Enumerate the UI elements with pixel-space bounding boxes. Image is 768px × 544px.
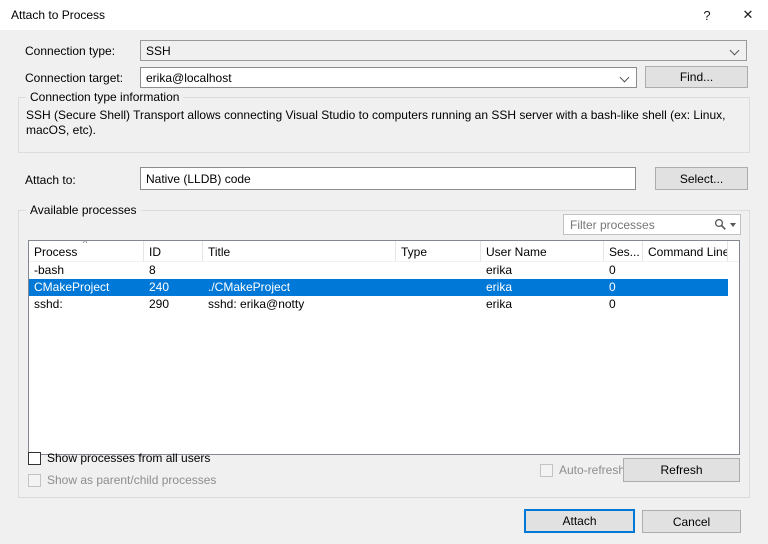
- show-parent-child-checkbox: Show as parent/child processes: [28, 473, 216, 487]
- process-cell-title: sshd: erika@notty: [203, 296, 396, 313]
- cancel-button[interactable]: Cancel: [642, 510, 741, 533]
- refresh-button[interactable]: Refresh: [623, 458, 740, 482]
- process-cell-type: [396, 296, 481, 313]
- available-processes-group-label: Available processes: [26, 203, 141, 217]
- filter-placeholder: Filter processes: [570, 218, 655, 232]
- show-all-users-label: Show processes from all users: [47, 451, 210, 465]
- window-title: Attach to Process: [11, 8, 105, 22]
- attach-to-field[interactable]: [140, 167, 636, 190]
- chevron-down-icon: [620, 73, 630, 83]
- checkbox-box-icon[interactable]: [28, 452, 41, 465]
- column-header[interactable]: Title: [203, 241, 396, 261]
- process-list-header: Process^IDTitleTypeUser NameSes...Comman…: [29, 241, 739, 262]
- help-button[interactable]: ?: [689, 0, 725, 30]
- chevron-down-icon: [730, 46, 740, 56]
- attach-button[interactable]: Attach: [524, 509, 635, 533]
- connection-target-label: Connection target:: [25, 71, 123, 85]
- process-cell-title: ./CMakeProject: [203, 279, 396, 296]
- process-row[interactable]: CMakeProject240./CMakeProject erika0: [29, 279, 728, 296]
- sort-ascending-icon: ^: [83, 241, 87, 248]
- filter-options-dropdown-icon[interactable]: [730, 223, 736, 227]
- connection-target-combobox[interactable]: erika@localhost: [140, 67, 637, 88]
- process-cell-title: [203, 262, 396, 279]
- process-cell-id: 290: [144, 296, 203, 313]
- process-cell-id: 8: [144, 262, 203, 279]
- process-cell-id: 240: [144, 279, 203, 296]
- auto-refresh-label: Auto-refresh: [559, 463, 625, 477]
- search-icon[interactable]: [714, 218, 727, 231]
- select-button[interactable]: Select...: [655, 167, 748, 190]
- process-cell-user: erika: [481, 262, 604, 279]
- checkbox-box-icon: [540, 464, 553, 477]
- process-cell-process: -bash: [29, 262, 144, 279]
- show-parent-child-label: Show as parent/child processes: [47, 473, 216, 487]
- process-cell-cmd: [643, 296, 728, 313]
- process-list[interactable]: Process^IDTitleTypeUser NameSes...Comman…: [28, 240, 740, 455]
- process-row[interactable]: sshd:290sshd: erika@notty erika0: [29, 296, 728, 313]
- show-all-users-checkbox[interactable]: Show processes from all users: [28, 451, 210, 465]
- column-header[interactable]: Process^: [29, 241, 144, 261]
- process-cell-ses: 0: [604, 296, 643, 313]
- auto-refresh-checkbox: Auto-refresh: [540, 463, 625, 477]
- process-cell-type: [396, 279, 481, 296]
- connection-type-value: SSH: [146, 44, 171, 58]
- title-bar: Attach to Process ? ✕: [0, 0, 768, 30]
- process-cell-user: erika: [481, 279, 604, 296]
- find-button[interactable]: Find...: [645, 66, 748, 88]
- process-cell-process: sshd:: [29, 296, 144, 313]
- connection-info-group: Connection type information SSH (Secure …: [18, 97, 750, 153]
- process-cell-cmd: [643, 279, 728, 296]
- connection-info-text: SSH (Secure Shell) Transport allows conn…: [26, 108, 738, 138]
- connection-info-group-label: Connection type information: [26, 90, 183, 104]
- process-cell-ses: 0: [604, 262, 643, 279]
- connection-type-label: Connection type:: [25, 44, 115, 58]
- process-list-rows: -bash8erika0CMakeProject240./CMakeProjec…: [29, 262, 739, 313]
- process-cell-type: [396, 262, 481, 279]
- column-header[interactable]: Type: [396, 241, 481, 261]
- close-button[interactable]: ✕: [730, 0, 766, 30]
- connection-target-value: erika@localhost: [146, 71, 232, 85]
- attach-to-process-dialog: { "window": { "title": "Attach to Proces…: [0, 0, 768, 544]
- connection-type-combobox[interactable]: SSH: [140, 40, 747, 61]
- filter-processes-input[interactable]: Filter processes: [563, 214, 741, 235]
- process-cell-cmd: [643, 262, 728, 279]
- column-header[interactable]: ID: [144, 241, 203, 261]
- column-header[interactable]: Command Line: [643, 241, 728, 261]
- attach-to-label: Attach to:: [25, 173, 76, 187]
- process-cell-process: CMakeProject: [29, 279, 144, 296]
- process-cell-user: erika: [481, 296, 604, 313]
- checkbox-box-icon: [28, 474, 41, 487]
- column-header[interactable]: User Name: [481, 241, 604, 261]
- column-header[interactable]: Ses...: [604, 241, 643, 261]
- process-row[interactable]: -bash8 erika0: [29, 262, 728, 279]
- process-cell-ses: 0: [604, 279, 643, 296]
